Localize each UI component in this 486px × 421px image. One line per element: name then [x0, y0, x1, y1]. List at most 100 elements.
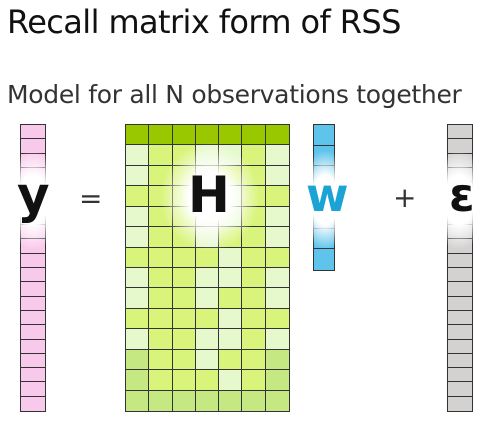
- epsilon-vector-cell: [448, 253, 472, 268]
- h-matrix-cell: [265, 390, 289, 411]
- h-matrix-cell: [149, 125, 173, 146]
- h-matrix-cell: [265, 308, 289, 330]
- h-matrix-cell: [242, 288, 266, 309]
- h-matrix-cell: [219, 125, 243, 146]
- y-vector-cell: [21, 125, 45, 140]
- h-matrix-cell: [126, 227, 150, 248]
- h-matrix-cell: [126, 370, 150, 391]
- h-matrix-cell: [265, 329, 289, 350]
- epsilon-vector-cell: [448, 153, 472, 168]
- h-matrix-cell: [219, 268, 243, 289]
- h-matrix-cell: [265, 288, 289, 309]
- slide-subtitle: Model for all N observations together: [7, 80, 462, 109]
- h-matrix-cell: [149, 247, 173, 268]
- w-symbol: w: [306, 168, 349, 222]
- h-matrix-cell: [265, 186, 289, 207]
- h-matrix-cell: [172, 390, 196, 411]
- h-matrix-cell: [172, 370, 196, 391]
- h-matrix-cell: [126, 165, 150, 187]
- h-matrix-cell: [265, 268, 289, 289]
- h-matrix-cell: [126, 247, 150, 268]
- h-matrix-cell: [195, 145, 220, 166]
- h-matrix-cell: [195, 329, 220, 350]
- y-vector-cell: [21, 325, 45, 340]
- h-matrix-cell: [172, 145, 196, 166]
- h-matrix-cell: [242, 125, 266, 146]
- epsilon-vector-cell: [448, 325, 472, 340]
- y-vector-cell: [21, 353, 45, 369]
- h-matrix-cell: [149, 390, 173, 411]
- epsilon-vector-cell: [448, 368, 472, 383]
- y-vector-cell: [21, 253, 45, 268]
- epsilon-vector-cell: [448, 396, 472, 411]
- h-matrix-cell: [149, 349, 173, 371]
- h-matrix-cell: [172, 227, 196, 248]
- h-matrix-cell: [242, 186, 266, 207]
- h-matrix-cell: [219, 349, 243, 371]
- y-vector-cell: [21, 296, 45, 311]
- w-vector-cell: [314, 249, 334, 270]
- slide-title: Recall matrix form of RSS: [7, 3, 401, 41]
- epsilon-vector-cell: [448, 139, 472, 154]
- h-matrix-cell: [265, 227, 289, 248]
- h-matrix-cell: [149, 165, 173, 187]
- h-matrix-cell: [149, 308, 173, 330]
- h-matrix-cell: [149, 227, 173, 248]
- h-matrix-cell: [195, 349, 220, 371]
- h-matrix-cell: [242, 206, 266, 228]
- h-matrix-cell: [242, 227, 266, 248]
- epsilon-vector-cell: [448, 268, 472, 283]
- y-vector-cell: [21, 139, 45, 154]
- h-matrix-cell: [126, 186, 150, 207]
- h-matrix-cell: [195, 227, 220, 248]
- w-vector-cell: [314, 228, 334, 250]
- y-vector-cell: [21, 282, 45, 297]
- h-matrix-cell: [195, 288, 220, 309]
- y-vector-cell: [21, 382, 45, 397]
- h-matrix-cell: [265, 247, 289, 268]
- h-matrix-cell: [195, 308, 220, 330]
- epsilon-vector-cell: [448, 296, 472, 311]
- h-matrix-cell: [149, 268, 173, 289]
- w-vector-cell: [314, 125, 334, 146]
- h-matrix-cell: [149, 206, 173, 228]
- h-matrix-cell: [242, 165, 266, 187]
- h-matrix-cell: [195, 370, 220, 391]
- epsilon-vector-cell: [448, 339, 472, 354]
- h-matrix-cell: [265, 145, 289, 166]
- h-matrix-cell: [126, 206, 150, 228]
- h-matrix-cell: [172, 247, 196, 268]
- h-matrix-cell: [242, 349, 266, 371]
- h-matrix-cell: [265, 165, 289, 187]
- h-matrix-cell: [219, 390, 243, 411]
- y-vector-cell: [21, 239, 45, 254]
- h-matrix-cell: [149, 329, 173, 350]
- h-matrix-cell: [265, 206, 289, 228]
- h-matrix-cell: [219, 370, 243, 391]
- h-matrix-cell: [242, 329, 266, 350]
- y-vector-cell: [21, 225, 45, 240]
- h-matrix-cell: [126, 390, 150, 411]
- h-matrix-cell: [242, 370, 266, 391]
- h-matrix-cell: [219, 329, 243, 350]
- h-matrix-cell: [126, 308, 150, 330]
- h-matrix-cell: [242, 145, 266, 166]
- h-matrix-cell: [195, 125, 220, 146]
- epsilon-vector-cell: [448, 382, 472, 397]
- h-matrix-cell: [126, 349, 150, 371]
- y-vector-cell: [21, 268, 45, 283]
- w-vector-cell: [314, 145, 334, 167]
- h-matrix-cell: [219, 308, 243, 330]
- y-vector-cell: [21, 310, 45, 326]
- epsilon-vector-cell: [448, 125, 472, 140]
- h-matrix-cell: [195, 390, 220, 411]
- epsilon-vector-cell: [448, 239, 472, 254]
- h-matrix-cell: [126, 145, 150, 166]
- h-matrix-cell: [172, 308, 196, 330]
- epsilon-vector-cell: [448, 353, 472, 369]
- h-matrix-cell: [172, 329, 196, 350]
- h-matrix-cell: [242, 268, 266, 289]
- h-matrix-cell: [265, 370, 289, 391]
- h-matrix-cell: [172, 349, 196, 371]
- h-matrix-cell: [265, 349, 289, 371]
